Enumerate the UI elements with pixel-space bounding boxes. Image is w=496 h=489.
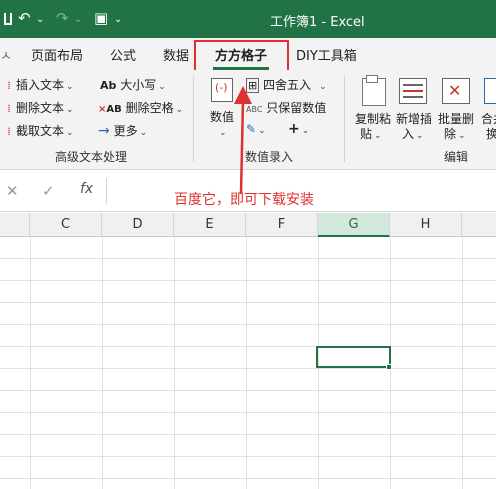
add-button[interactable]: + ⌄	[288, 121, 309, 137]
save-icon[interactable]	[4, 13, 12, 25]
confirm-icon[interactable]: ✓	[42, 182, 55, 200]
grid-hline	[0, 258, 496, 259]
text-group-label: 高级文本处理	[55, 150, 128, 164]
cell-grid[interactable]	[0, 237, 496, 489]
extract-text-icon: ⁞	[7, 125, 11, 138]
value-dropdown-icon[interactable]: ⌄	[217, 124, 227, 138]
keep-values-button[interactable]: ABC 只保留数值	[246, 99, 326, 116]
group-divider	[193, 76, 194, 162]
insert-text-button[interactable]: ⁞ 插入文本 ⌄	[2, 76, 73, 93]
insert-rows-icon	[399, 78, 427, 104]
cancel-icon[interactable]: ✕	[6, 182, 19, 200]
column-header-b-partial[interactable]	[0, 213, 30, 237]
customize-icon[interactable]: ▣	[94, 9, 108, 27]
grid-vline	[30, 237, 31, 489]
case-button[interactable]: Ab 大小写 ⌄	[100, 76, 166, 93]
insert-label-2[interactable]: 入 ⌄	[402, 125, 424, 142]
redo-icon: ↷	[56, 9, 69, 27]
plus-icon: +	[288, 121, 300, 137]
grid-hline	[0, 324, 496, 325]
insert-text-icon: ⁞	[7, 79, 11, 92]
grid-vline	[174, 237, 175, 489]
grid-vline	[102, 237, 103, 489]
formula-divider	[106, 178, 107, 204]
excel-window: ↶ ⌄ ↷ ⌄ ▣ ⌄ 工作簿1 - Excel ㅅ 页面布局 公式 数据 方方…	[0, 0, 496, 489]
grid-hline	[0, 302, 496, 303]
column-header-i-partial[interactable]	[462, 213, 496, 237]
grid-vline	[246, 237, 247, 489]
tab-data[interactable]: 数据	[163, 45, 189, 64]
tab-page-layout[interactable]: 页面布局	[31, 45, 83, 64]
tab-prev-icon[interactable]: ㅅ	[0, 45, 12, 64]
column-header-c[interactable]: C	[30, 213, 102, 237]
tab-highlight-box	[194, 40, 289, 74]
grid-hline	[0, 456, 496, 457]
arrow-head	[234, 86, 252, 104]
batch-delete-icon: ✕	[442, 78, 470, 104]
quick-access-dropdown-icon[interactable]: ⌄	[114, 14, 122, 25]
delete-text-button[interactable]: ⁞ 删除文本 ⌄	[2, 99, 73, 116]
grid-hline	[0, 390, 496, 391]
column-header-f[interactable]: F	[246, 213, 318, 237]
column-header-d[interactable]: D	[102, 213, 174, 237]
column-header-row: C D E F G H	[0, 213, 496, 237]
edit-group-label: 编辑	[444, 150, 469, 164]
annotation-arrow	[234, 86, 252, 195]
merge-label-2[interactable]: 换	[486, 125, 496, 142]
column-header-e[interactable]: E	[174, 213, 246, 237]
tab-formulas[interactable]: 公式	[110, 45, 136, 64]
tab-diy-toolbox[interactable]: DIY工具箱	[296, 45, 357, 64]
grid-hline	[0, 478, 496, 479]
title-bar: ↶ ⌄ ↷ ⌄ ▣ ⌄ 工作簿1 - Excel	[0, 0, 496, 38]
grid-vline	[462, 237, 463, 489]
extract-text-button[interactable]: ⁞ 截取文本 ⌄	[2, 122, 73, 139]
case-icon: Ab	[100, 79, 117, 92]
merge-icon	[484, 78, 496, 104]
group-divider	[344, 76, 345, 162]
round-button[interactable]: ⊞ 四舍五入 ⌄	[246, 76, 327, 93]
grid-hline	[0, 434, 496, 435]
redo-dropdown-icon: ⌄	[74, 14, 83, 25]
window-title: 工作簿1 - Excel	[270, 15, 365, 30]
selected-cell[interactable]	[316, 346, 391, 368]
column-header-g[interactable]: G	[318, 213, 390, 237]
copy-paste-icon	[362, 75, 386, 106]
arrow-shaft	[239, 99, 245, 195]
batch-delete-label-2[interactable]: 除 ⌄	[444, 125, 466, 142]
copy-paste-label-2[interactable]: 贴 ⌄	[360, 125, 382, 142]
undo-icon[interactable]: ↶	[18, 9, 31, 27]
column-header-h[interactable]: H	[390, 213, 462, 237]
grid-hline	[0, 346, 496, 347]
grid-hline	[0, 280, 496, 281]
insert-function-icon[interactable]: fx	[80, 181, 93, 197]
remove-spaces-button[interactable]: ×AB 删除空格 ⌄	[98, 99, 183, 116]
remove-spaces-icon: ×AB	[98, 104, 122, 115]
arrow-right-icon: →	[98, 123, 110, 139]
grid-hline	[0, 412, 496, 413]
undo-dropdown-icon[interactable]: ⌄	[36, 14, 44, 25]
grid-hline	[0, 368, 496, 369]
delete-text-icon: ⁞	[7, 102, 11, 115]
fill-handle[interactable]	[386, 364, 392, 370]
more-button[interactable]: → 更多 ⌄	[98, 122, 147, 139]
